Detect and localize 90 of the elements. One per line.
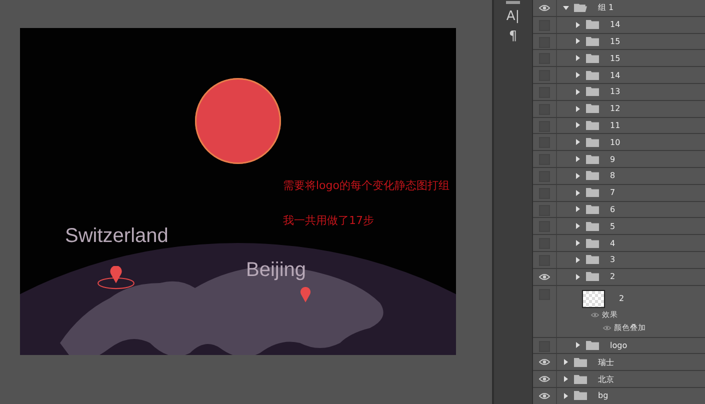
folder-icon [586,54,599,63]
folder-icon [586,255,599,264]
collapse-triangle-icon[interactable] [575,139,581,146]
expand-triangle-icon[interactable] [563,4,569,11]
layer-name[interactable]: 瑞士 [598,356,614,368]
tool-button[interactable]: ¶ [503,28,523,44]
visibility-checkbox[interactable] [539,120,550,132]
visibility-checkbox[interactable] [539,221,550,232]
layer-name[interactable]: 4 [610,238,616,248]
collapse-triangle-icon[interactable] [575,172,581,179]
collapse-triangle-icon[interactable] [575,256,581,263]
city-label: Beijing [246,259,306,282]
folder-icon [586,87,599,96]
layer-name[interactable]: 10 [610,138,620,147]
folder-icon [586,36,599,46]
folder-icon [586,204,599,214]
collapse-triangle-icon[interactable] [575,38,581,44]
folder-icon [586,188,599,198]
folder-icon [586,138,599,147]
eye-icon[interactable] [539,358,550,366]
folder-icon [574,3,587,12]
collapse-triangle-icon[interactable] [575,106,581,112]
layer-name[interactable]: 7 [610,188,616,198]
collapse-triangle-icon[interactable] [575,240,581,246]
eye-icon[interactable] [539,4,550,12]
tool-button[interactable]: A| [503,8,523,24]
collapse-triangle-icon[interactable] [575,156,581,162]
layer-name[interactable]: 13 [610,87,620,96]
visibility-checkbox[interactable] [539,53,550,64]
visibility-checkbox[interactable] [539,340,550,352]
city-label: Switzerland [65,225,168,248]
eye-icon[interactable] [539,272,550,281]
location-pin-icon [300,287,311,303]
folder-icon [586,222,599,231]
folder-icon [574,391,587,400]
location-pin-icon [97,266,135,290]
layer-name[interactable]: bg [598,391,608,400]
eye-icon[interactable] [539,392,550,400]
layer-name[interactable]: 组 1 [598,2,614,14]
folder-icon [586,171,599,180]
layer-name[interactable]: 2 [619,294,624,304]
layer-name[interactable]: 9 [610,154,616,164]
collapse-triangle-icon[interactable] [575,274,581,280]
layer-name[interactable]: 6 [610,204,616,214]
collapse-triangle-icon[interactable] [563,376,569,382]
layer-name[interactable]: logo [610,340,628,350]
collapse-triangle-icon[interactable] [575,223,581,230]
layer-name[interactable]: 14 [610,20,620,30]
collapse-triangle-icon[interactable] [575,122,581,128]
folder-icon [586,238,599,248]
layer-name[interactable]: 北京 [598,374,614,385]
folder-icon [586,104,599,114]
folder-icon [574,374,587,384]
collapse-triangle-icon[interactable] [575,88,581,95]
layer-name[interactable]: 3 [610,255,616,264]
layer-name[interactable]: 11 [610,120,620,130]
folder-icon [586,20,599,30]
eye-icon[interactable] [591,312,599,318]
visibility-checkbox[interactable] [539,154,550,166]
folder-icon [586,120,599,130]
layer-name[interactable]: 2 [610,272,616,282]
collapse-triangle-icon[interactable] [575,342,581,348]
eye-icon[interactable] [603,325,611,332]
folder-icon [586,340,599,350]
layer-name[interactable]: 12 [610,104,620,114]
visibility-checkbox[interactable] [539,238,550,250]
collapse-triangle-icon[interactable] [575,206,581,212]
visibility-checkbox[interactable] [539,70,550,82]
visibility-checkbox[interactable] [539,204,550,216]
folder-icon [586,154,599,164]
collapse-triangle-icon[interactable] [575,55,581,62]
collapse-triangle-icon[interactable] [575,190,581,196]
folder-icon [574,358,587,367]
layer-name[interactable]: 14 [610,70,620,80]
layer-name[interactable]: 8 [610,171,616,180]
annotation-text: 我一共用做了17步 [283,213,374,228]
layer-name[interactable]: 15 [610,54,620,63]
visibility-checkbox[interactable] [539,36,550,48]
visibility-checkbox[interactable] [539,137,550,148]
layer-thumbnail [582,290,605,308]
collapse-triangle-icon[interactable] [563,359,569,366]
layer-name[interactable]: 5 [610,222,616,231]
layer-name[interactable]: 15 [610,36,620,46]
folder-icon [586,70,599,80]
annotation-text: 需要将logo的每个变化静态图打组 [283,178,450,193]
collapse-triangle-icon[interactable] [575,72,581,78]
collapse-triangle-icon[interactable] [563,392,569,399]
folder-icon [586,272,599,282]
eye-icon[interactable] [539,375,550,384]
collapse-triangle-icon[interactable] [575,22,581,28]
